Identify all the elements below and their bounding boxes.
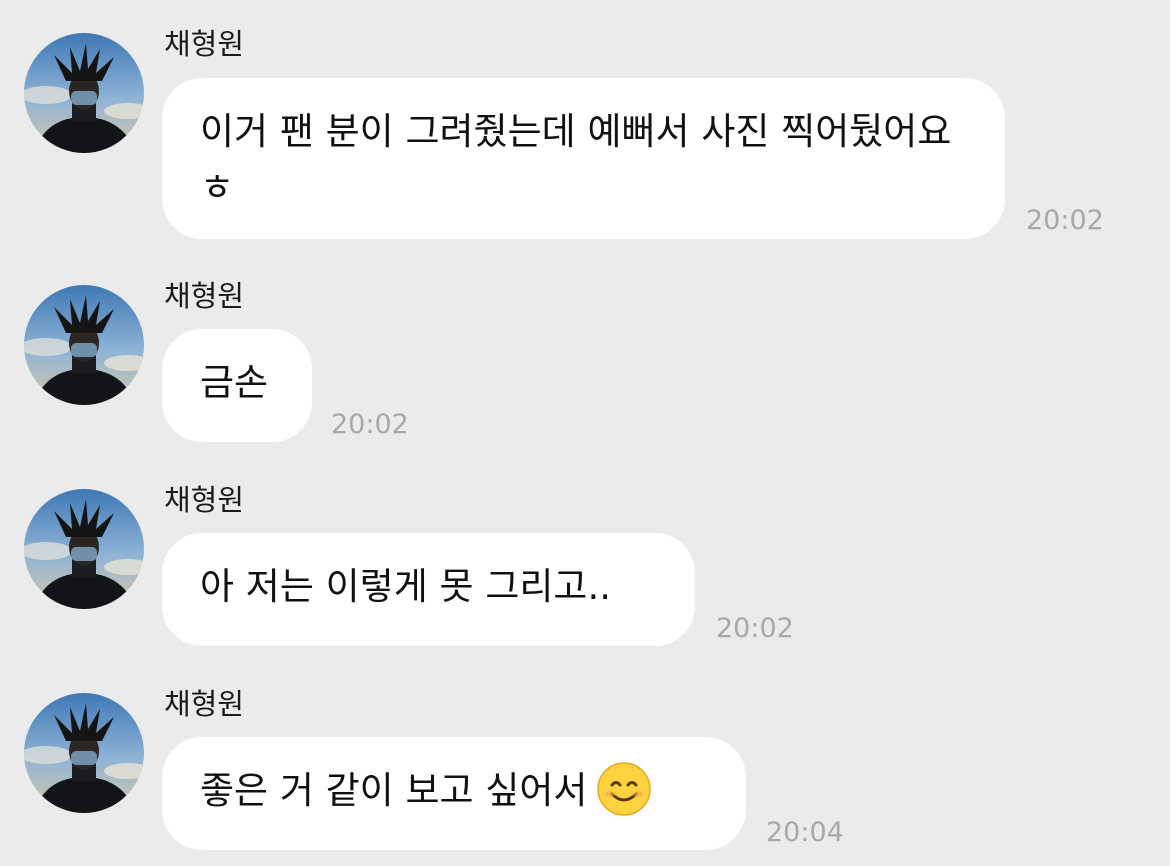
sender-avatar[interactable]	[24, 489, 144, 609]
sender-name: 채형원	[164, 27, 245, 61]
sender-name: 채형원	[164, 687, 245, 721]
profile-photo-icon	[24, 693, 144, 813]
message-time: 20:02	[716, 613, 794, 644]
message-bubble[interactable]: 이거 팬 분이 그려줬는데 예뻐서 사진 찍어뒀어요 ㅎ	[162, 78, 1005, 239]
sender-name: 채형원	[164, 483, 245, 517]
profile-photo-icon	[24, 285, 144, 405]
profile-photo-icon	[24, 489, 144, 609]
message-bubble[interactable]: 금손	[162, 329, 312, 442]
sender-avatar[interactable]	[24, 693, 144, 813]
message-text: 좋은 거 같이 보고 싶어서	[200, 769, 588, 812]
message-time: 20:02	[331, 409, 409, 440]
sender-avatar[interactable]	[24, 33, 144, 153]
message-time: 20:04	[766, 817, 844, 848]
message-time: 20:02	[1026, 205, 1104, 236]
sender-name: 채형원	[164, 279, 245, 313]
message-bubble[interactable]: 좋은 거 같이 보고 싶어서	[162, 737, 746, 850]
message-bubble[interactable]: 아 저는 이렇게 못 그리고..	[162, 533, 695, 646]
smiling-face-emoji-icon	[597, 761, 652, 816]
profile-photo-icon	[24, 33, 144, 153]
sender-avatar[interactable]	[24, 285, 144, 405]
